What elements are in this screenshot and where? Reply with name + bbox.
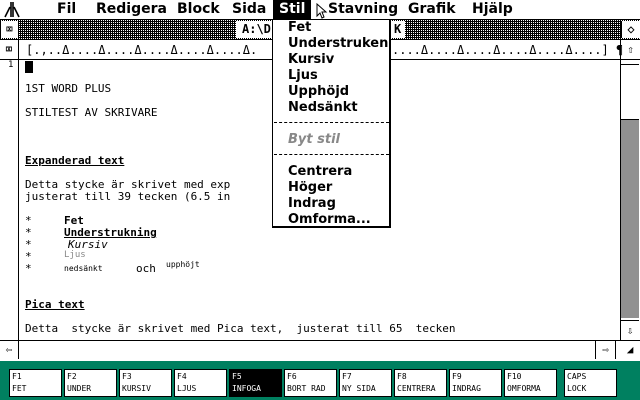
ruler[interactable]: [.,..Δ....Δ....Δ....Δ....Δ....Δ. [26, 42, 257, 58]
fkey-label: FET [12, 384, 27, 393]
ruler-right[interactable]: ....Δ....Δ....Δ....Δ....Δ....] ¶ [392, 42, 623, 58]
scroll-down-icon[interactable]: ⇩ [621, 320, 639, 340]
fkey-key: F4 [177, 372, 187, 381]
doc-line[interactable]: Detta stycke är skrivet med Pica text, j… [25, 322, 455, 335]
menu-block[interactable]: Block [177, 0, 220, 19]
menu-item-hoger[interactable]: Höger [288, 180, 332, 196]
fkey-key: F5 [232, 372, 242, 381]
bullet-ljus[interactable]: Ljus [64, 250, 86, 260]
mouse-pointer-icon [316, 3, 328, 19]
fkey-label: OMFORMA [507, 384, 541, 393]
fkey-key: F8 [397, 372, 407, 381]
doc-line[interactable]: 1ST WORD PLUS [25, 82, 111, 95]
fkey-f8[interactable]: F8 CENTRERA [394, 369, 447, 397]
fkey-caps-lock[interactable]: CAPS LOCK [564, 369, 617, 397]
fkey-key: F7 [342, 372, 352, 381]
scroll-left-icon[interactable]: ⇦ [0, 341, 19, 359]
fkey-f6[interactable]: F6 BORT RAD [284, 369, 337, 397]
fkey-f7[interactable]: F7 NY SIDA [339, 369, 392, 397]
menu-item-fet[interactable]: Fet [288, 20, 311, 36]
fkey-f4[interactable]: F4 LJUS [174, 369, 227, 397]
fkey-label: UNDER [67, 384, 92, 393]
fkey-key: F2 [67, 372, 77, 381]
fkey-key: F3 [122, 372, 132, 381]
horizontal-scroll-track[interactable] [19, 341, 594, 359]
bullet-marker: * [25, 262, 32, 275]
window-title: A:\D [236, 21, 277, 38]
menu-stil[interactable]: Stil [273, 0, 312, 19]
doc-line[interactable]: justerat till 39 tecken (6.5 in [25, 190, 230, 203]
menu-grafik[interactable]: Grafik [408, 0, 456, 19]
menu-redigera[interactable]: Redigera [96, 0, 167, 19]
menu-item-nedsankt[interactable]: Nedsänkt [288, 100, 358, 116]
fkey-label: INFOGA [232, 384, 261, 393]
vertical-scroll-thumb[interactable] [621, 64, 639, 120]
menu-separator [274, 154, 389, 155]
fkey-label: LOCK [567, 384, 587, 393]
doc-line[interactable]: STILTEST AV SKRIVARE [25, 106, 157, 119]
vertical-scroll-track[interactable] [621, 120, 639, 318]
text-cursor [25, 61, 33, 73]
line-number: 1 [8, 60, 14, 70]
fkey-f9[interactable]: F9 INDRAG [449, 369, 502, 397]
line-gutter [0, 60, 19, 340]
fkey-key: F9 [452, 372, 462, 381]
close-box-icon[interactable]: ⌧ [1, 21, 19, 38]
menu-item-ljus[interactable]: Ljus [288, 68, 318, 84]
fkey-label: KURSIV [122, 384, 151, 393]
fkey-label: NY SIDA [342, 384, 376, 393]
size-box-icon[interactable]: ◢ [620, 341, 640, 359]
menu-item-upphojd[interactable]: Upphöjd [288, 84, 349, 100]
menu-item-byt-stil: Byt stil [288, 132, 340, 147]
ruler-close-icon[interactable]: ⌧ [1, 41, 17, 57]
fkey-f1[interactable]: F1 FET [9, 369, 62, 397]
scroll-up-icon[interactable]: ⇧ [620, 40, 640, 59]
window-title-tail: K [390, 21, 406, 38]
menu-item-understruken[interactable]: Understruken [288, 36, 388, 52]
menu-hjalp[interactable]: Hjälp [472, 0, 513, 19]
fkey-f5[interactable]: F5 INFOGA [229, 369, 282, 397]
doc-heading[interactable]: Pica text [25, 298, 85, 311]
menu-fil[interactable]: Fil [57, 0, 76, 19]
fkey-key: F1 [12, 372, 22, 381]
fkey-key: F6 [287, 372, 297, 381]
menu-item-kursiv[interactable]: Kursiv [288, 52, 334, 68]
fkey-label: INDRAG [452, 384, 481, 393]
menu-item-indrag[interactable]: Indrag [288, 196, 336, 212]
bullet-och[interactable]: och [136, 262, 156, 275]
menu-item-centrera[interactable]: Centrera [288, 164, 352, 180]
fkey-key: CAPS [567, 372, 587, 381]
fkey-f10[interactable]: F10 OMFORMA [504, 369, 557, 397]
fkey-f2[interactable]: F2 UNDER [64, 369, 117, 397]
doc-heading[interactable]: Expanderad text [25, 154, 124, 167]
menu-sida[interactable]: Sida [232, 0, 266, 19]
full-box-icon[interactable]: ◇ [621, 21, 640, 38]
fkey-f3[interactable]: F3 KURSIV [119, 369, 172, 397]
bullet-upphojt[interactable]: upphöjt [166, 260, 200, 269]
fkey-label: LJUS [177, 384, 197, 393]
fkey-label: CENTRERA [397, 384, 436, 393]
fkey-key: F10 [507, 372, 522, 381]
scroll-right-icon[interactable]: ⇨ [595, 341, 616, 359]
menu-separator [274, 122, 389, 123]
menu-item-omforma[interactable]: Omforma... [288, 212, 371, 228]
bullet-nedsankt[interactable]: nedsänkt [64, 264, 103, 273]
menu-stavning[interactable]: Stavning [328, 0, 398, 19]
fkey-label: BORT RAD [287, 384, 326, 393]
atari-logo-icon[interactable] [4, 1, 20, 18]
